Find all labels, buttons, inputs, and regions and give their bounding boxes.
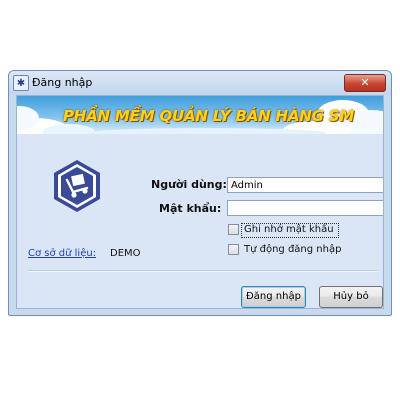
cancel-button[interactable]: Hủy bỏ [319,286,383,308]
product-logo-icon [54,160,100,212]
separator [28,270,377,272]
window-title: Đăng nhập [32,76,93,89]
auto-login-checkbox[interactable] [228,244,239,255]
remember-password-checkbox[interactable] [228,224,239,235]
remember-password-label[interactable]: Ghi nhớ mật khẩu [244,224,334,235]
login-window: ✱ Đăng nhập ✕ PHẦN MỀM QUẢN LÝ BÁN HÀNG … [8,70,392,316]
password-input[interactable] [227,200,383,216]
database-value: DEMO [110,248,141,259]
username-label: Người dùng: [151,178,227,191]
dialog-body: PHẦN MỀM QUẢN LÝ BÁN HÀNG SM Người dùng:… [16,95,384,309]
close-button[interactable]: ✕ [344,74,386,92]
auto-login-label[interactable]: Tự động đăng nhập [244,244,341,255]
title-bar[interactable]: ✱ Đăng nhập ✕ [9,71,391,95]
database-link[interactable]: Cơ sở dữ liệu: [28,248,96,259]
username-input[interactable] [227,177,383,193]
banner: PHẦN MỀM QUẢN LÝ BÁN HÀNG SM [17,96,383,134]
login-button[interactable]: Đăng nhập [241,286,306,308]
password-label: Mật khẩu: [159,202,222,215]
close-icon: ✕ [360,76,370,89]
banner-title: PHẦN MỀM QUẢN LÝ BÁN HÀNG SM [63,107,355,125]
app-logo-icon: ✱ [13,75,29,91]
